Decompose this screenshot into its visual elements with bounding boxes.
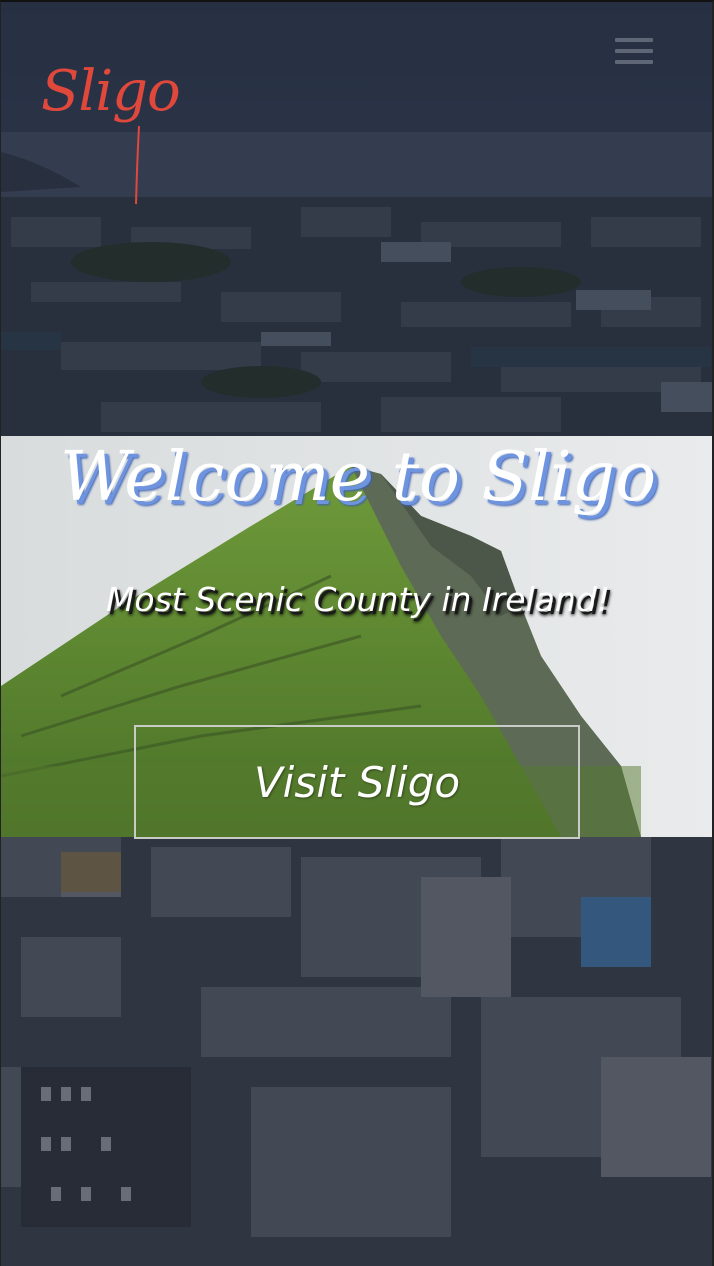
logo-tail-icon	[135, 125, 140, 205]
aerial-town-background	[1, 837, 712, 1266]
logo[interactable]: Sligo	[41, 64, 181, 214]
visit-sligo-button-label: Visit Sligo	[253, 757, 461, 807]
hero-title: Welcome to Sligo	[59, 438, 657, 517]
visit-sligo-button[interactable]: Visit Sligo	[134, 725, 580, 839]
menu-bar	[615, 49, 653, 53]
menu-bar	[615, 60, 653, 64]
menu-bar	[615, 38, 653, 42]
hamburger-menu-icon[interactable]	[615, 38, 653, 72]
hero-subtitle: Most Scenic County in Ireland!	[105, 580, 611, 619]
page: Sligo Welcome to Sligo Most Scenic Count…	[0, 0, 714, 1266]
